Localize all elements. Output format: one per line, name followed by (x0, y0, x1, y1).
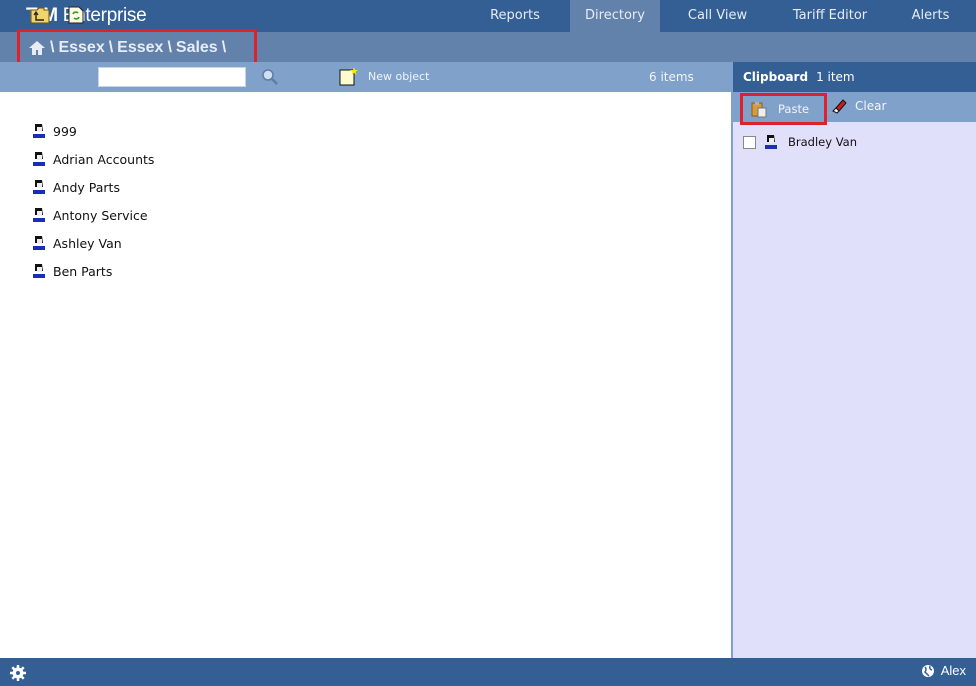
directory-list: 999 Adrian Accounts Andy Parts Antony Se… (32, 117, 154, 285)
clipboard-item-name: Bradley Van (788, 135, 858, 149)
clipboard-header: Clipboard 1 item (733, 62, 976, 92)
paste-icon (751, 101, 767, 117)
paste-label: Paste (778, 102, 810, 116)
person-icon (33, 152, 45, 166)
refresh-icon[interactable] (66, 6, 86, 24)
tab-directory[interactable]: Directory (570, 0, 660, 32)
search-input[interactable] (98, 67, 246, 87)
clipboard-count: 1 item (816, 70, 855, 84)
clipboard-panel: Clipboard 1 item Paste Clear Bradley Van (731, 62, 976, 658)
person-icon (33, 124, 45, 138)
breadcrumb-item[interactable]: Essex (117, 39, 163, 57)
person-icon (33, 208, 45, 222)
breadcrumb-separator: \ (108, 39, 114, 56)
new-object-button[interactable]: New object (339, 66, 429, 86)
breadcrumb-separator: \ (167, 39, 172, 56)
tab-call-view[interactable]: Call View (660, 0, 775, 32)
footer-bar: Alex (0, 658, 976, 686)
breadcrumb-separator: \ (50, 39, 55, 56)
folder-up-icon[interactable] (30, 6, 50, 24)
gear-icon[interactable] (10, 665, 26, 681)
clear-label: Clear (855, 99, 887, 113)
clear-button[interactable]: Clear (827, 98, 886, 114)
clipboard-item-checkbox[interactable] (743, 135, 756, 149)
new-document-icon (339, 67, 358, 86)
tab-reports[interactable]: Reports (460, 0, 570, 32)
eraser-icon (827, 99, 847, 114)
user-menu[interactable]: Alex (921, 663, 966, 678)
person-icon (33, 180, 45, 194)
globe-icon (921, 664, 934, 677)
list-item[interactable]: Ashley Van (32, 229, 154, 257)
home-icon[interactable] (28, 40, 46, 56)
breadcrumb-item[interactable]: Sales (176, 39, 218, 57)
person-icon (33, 264, 45, 278)
magnifier-icon[interactable] (261, 68, 279, 86)
list-item[interactable]: Antony Service (32, 201, 154, 229)
tab-tariff-editor[interactable]: Tariff Editor (775, 0, 885, 32)
breadcrumb-item[interactable]: Essex (58, 39, 104, 57)
person-icon (33, 236, 45, 250)
list-item[interactable]: Ben Parts (32, 257, 154, 285)
list-item[interactable]: Andy Parts (32, 173, 154, 201)
user-name: Alex (940, 663, 966, 678)
item-count: 6 items (649, 70, 694, 84)
clipboard-title: Clipboard (743, 70, 809, 84)
breadcrumb-separator: \ (221, 39, 227, 56)
list-item[interactable]: Adrian Accounts (32, 145, 154, 173)
new-object-label: New object (368, 69, 430, 83)
person-icon (765, 135, 777, 149)
top-bar: TIM Enterprise Reports Directory Call Vi… (0, 0, 976, 32)
tab-alerts[interactable]: Alerts (885, 0, 976, 32)
clipboard-item: Bradley Van (743, 134, 857, 150)
list-item[interactable]: 999 (32, 117, 154, 145)
main-nav: Reports Directory Call View Tariff Edito… (460, 0, 976, 32)
paste-button[interactable]: Paste (740, 93, 827, 125)
